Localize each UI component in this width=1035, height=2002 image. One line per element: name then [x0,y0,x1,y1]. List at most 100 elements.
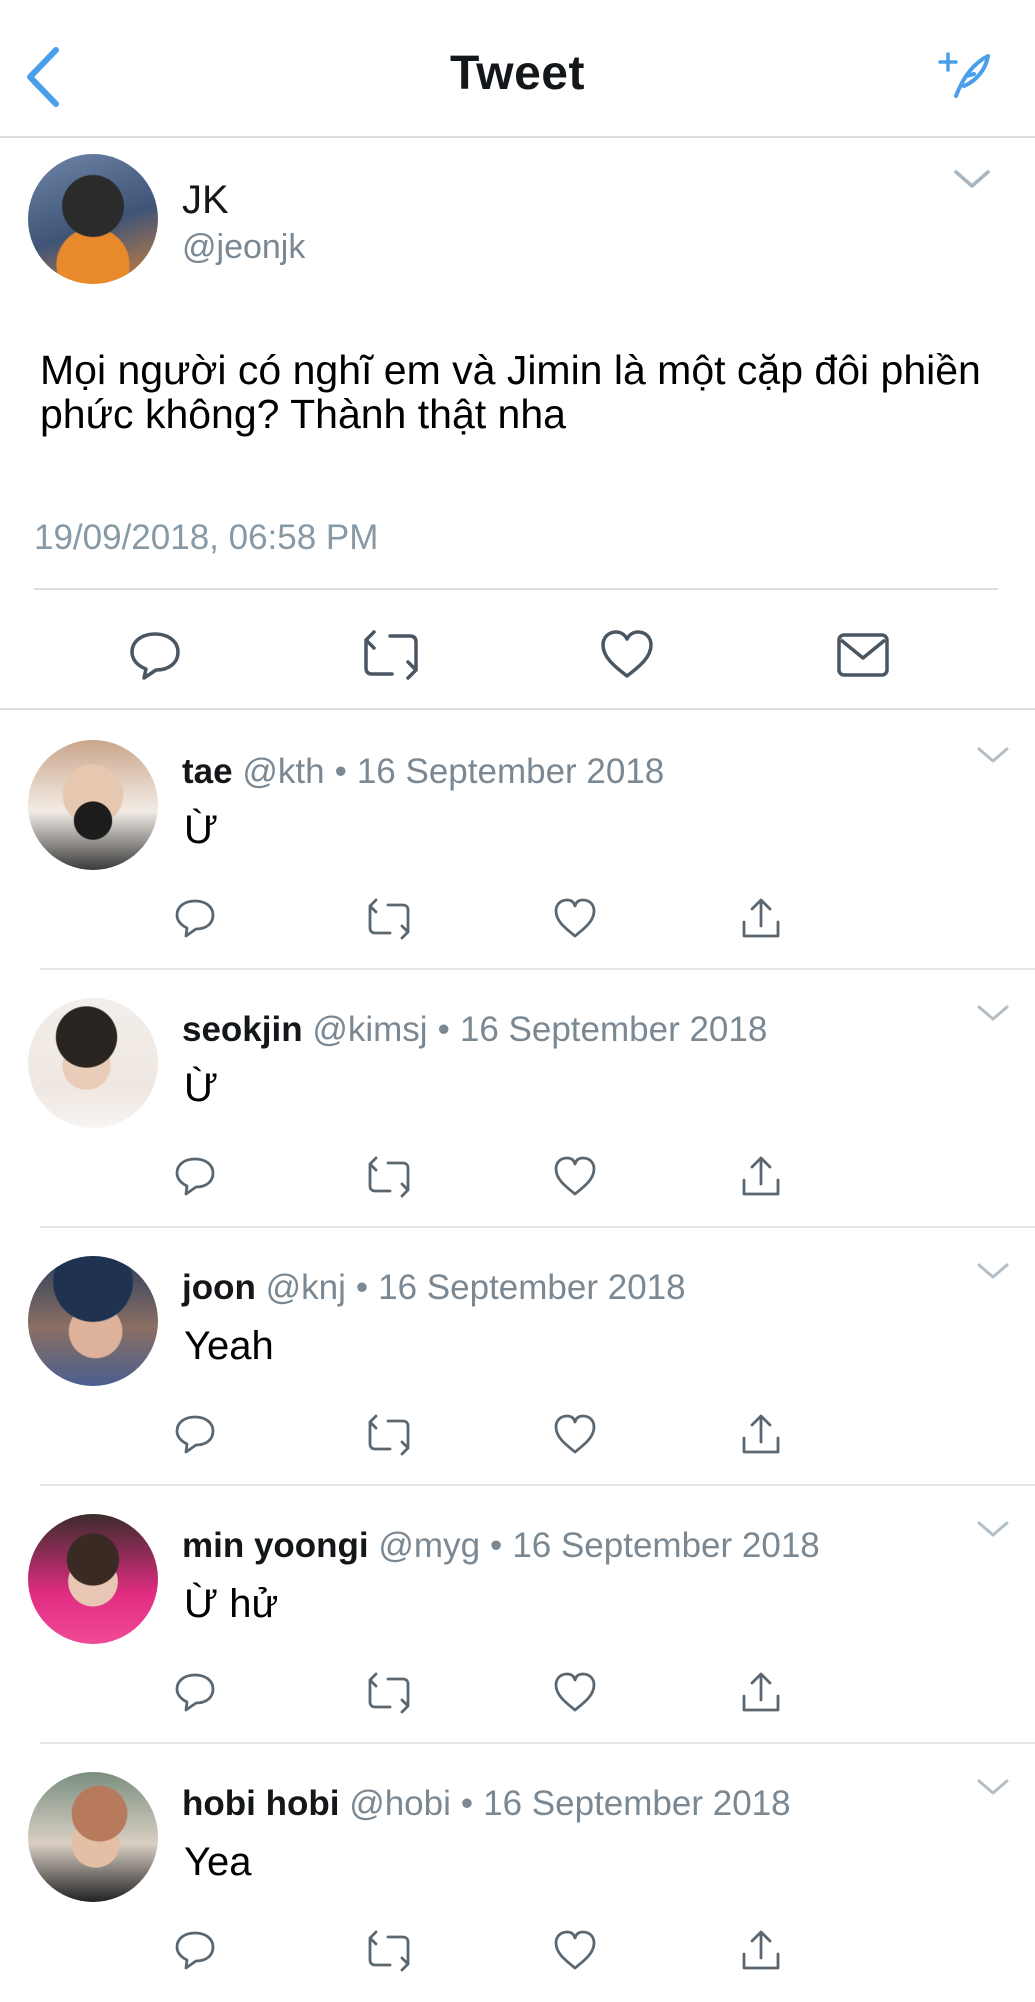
chevron-down-icon [977,1779,1009,1795]
direct-message-button[interactable] [834,628,892,682]
avatar[interactable] [28,740,158,870]
like-button[interactable] [552,1670,598,1716]
reply-icon [130,632,180,680]
message-icon [837,633,889,677]
reply-author-handle[interactable]: @myg [378,1526,480,1565]
like-button[interactable] [552,1154,598,1200]
reply-icon [175,899,215,938]
tweet-timestamp: 19/09/2018, 06:58 PM [34,518,379,557]
reply-button[interactable] [172,1928,218,1974]
compose-feather-icon [938,52,990,98]
reply-author-name[interactable]: hobi hobi [182,1784,339,1823]
reply-options-button[interactable] [976,1520,1010,1540]
retweet-icon [368,1930,410,1972]
share-icon [742,898,780,938]
reply-header: min yoongi @myg • 16 September 2018 [182,1526,820,1566]
share-icon [742,1414,780,1454]
avatar[interactable] [28,154,158,284]
author-handle[interactable]: @jeonjk [182,228,305,267]
chevron-down-icon [977,747,1009,763]
share-button[interactable] [738,1154,784,1200]
like-button[interactable] [598,628,656,682]
retweet-button[interactable] [366,1670,412,1716]
reply-header: joon @knj • 16 September 2018 [182,1268,686,1308]
reply-tweet[interactable]: hobi hobi @hobi • 16 September 2018 Yea [0,1744,1035,2002]
compose-tweet-button[interactable] [938,50,994,100]
reply-author-handle[interactable]: @knj [266,1268,346,1307]
reply-text: Yeah [184,1324,274,1368]
top-navigation-bar: Tweet [0,0,1035,138]
chevron-down-icon [954,170,990,188]
reply-button[interactable] [172,1670,218,1716]
avatar[interactable] [28,1514,158,1644]
reply-header: seokjin @kimsj • 16 September 2018 [182,1010,767,1050]
reply-author-name[interactable]: joon [182,1268,256,1307]
retweet-button[interactable] [362,628,420,682]
like-icon [554,1672,596,1712]
reply-icon [175,1415,215,1454]
reply-tweet[interactable]: seokjin @kimsj • 16 September 2018 Ừ [0,970,1035,1228]
reply-date: 16 September 2018 [378,1268,686,1307]
avatar[interactable] [28,1256,158,1386]
reply-tweet[interactable]: min yoongi @myg • 16 September 2018 Ừ hử [0,1486,1035,1744]
reply-options-button[interactable] [976,1778,1010,1798]
reply-author-handle[interactable]: @kimsj [312,1010,427,1049]
reply-button[interactable] [126,628,184,682]
reply-author-name[interactable]: min yoongi [182,1526,369,1565]
retweet-icon [368,1672,410,1714]
like-button[interactable] [552,896,598,942]
tweet-options-button[interactable] [952,168,992,192]
chevron-down-icon [977,1521,1009,1537]
reply-options-button[interactable] [976,1262,1010,1282]
like-button[interactable] [552,1928,598,1974]
dot-separator: • [355,1268,369,1307]
reply-text: Ừ [184,1066,219,1110]
share-button[interactable] [738,1928,784,1974]
reply-icon [175,1673,215,1712]
main-tweet: JK @jeonjk Mọi người có nghĩ em và Jimin… [0,138,1035,710]
retweet-button[interactable] [366,1412,412,1458]
dot-separator: • [437,1010,450,1049]
reply-author-name[interactable]: tae [182,752,233,791]
share-button[interactable] [738,896,784,942]
reply-options-button[interactable] [976,746,1010,766]
reply-author-handle[interactable]: @hobi [349,1784,451,1823]
reply-button[interactable] [172,896,218,942]
retweet-icon [364,630,418,680]
retweet-icon [368,1156,410,1198]
share-button[interactable] [738,1412,784,1458]
dot-separator: • [460,1784,474,1823]
reply-author-name[interactable]: seokjin [182,1010,303,1049]
reply-author-handle[interactable]: @kth [242,752,324,791]
like-icon [601,630,653,678]
retweet-icon [368,898,410,940]
reply-header: hobi hobi @hobi • 16 September 2018 [182,1784,791,1824]
reply-date: 16 September 2018 [459,1010,768,1049]
chevron-down-icon [977,1263,1009,1279]
share-icon [742,1930,780,1970]
avatar[interactable] [28,1772,158,1902]
reply-date: 16 September 2018 [356,752,665,791]
reply-date: 16 September 2018 [483,1784,791,1823]
retweet-button[interactable] [366,1928,412,1974]
reply-date: 16 September 2018 [512,1526,820,1565]
reply-options-button[interactable] [976,1004,1010,1024]
divider [34,588,998,590]
page-title: Tweet [450,47,585,100]
reply-tweet[interactable]: tae @kth • 16 September 2018 Ừ [0,712,1035,970]
avatar[interactable] [28,998,158,1128]
reply-tweet[interactable]: joon @knj • 16 September 2018 Yeah [0,1228,1035,1486]
retweet-icon [368,1414,410,1456]
reply-text: Yea [184,1840,252,1884]
tweet-text: Mọi người có nghĩ em và Jimin là một cặp… [40,347,981,437]
reply-text: Ừ [184,808,219,852]
reply-icon [175,1157,215,1196]
share-button[interactable] [738,1670,784,1716]
like-icon [554,1414,596,1454]
like-button[interactable] [552,1412,598,1458]
author-name[interactable]: JK [182,178,229,223]
reply-button[interactable] [172,1412,218,1458]
reply-button[interactable] [172,1154,218,1200]
retweet-button[interactable] [366,1154,412,1200]
retweet-button[interactable] [366,896,412,942]
